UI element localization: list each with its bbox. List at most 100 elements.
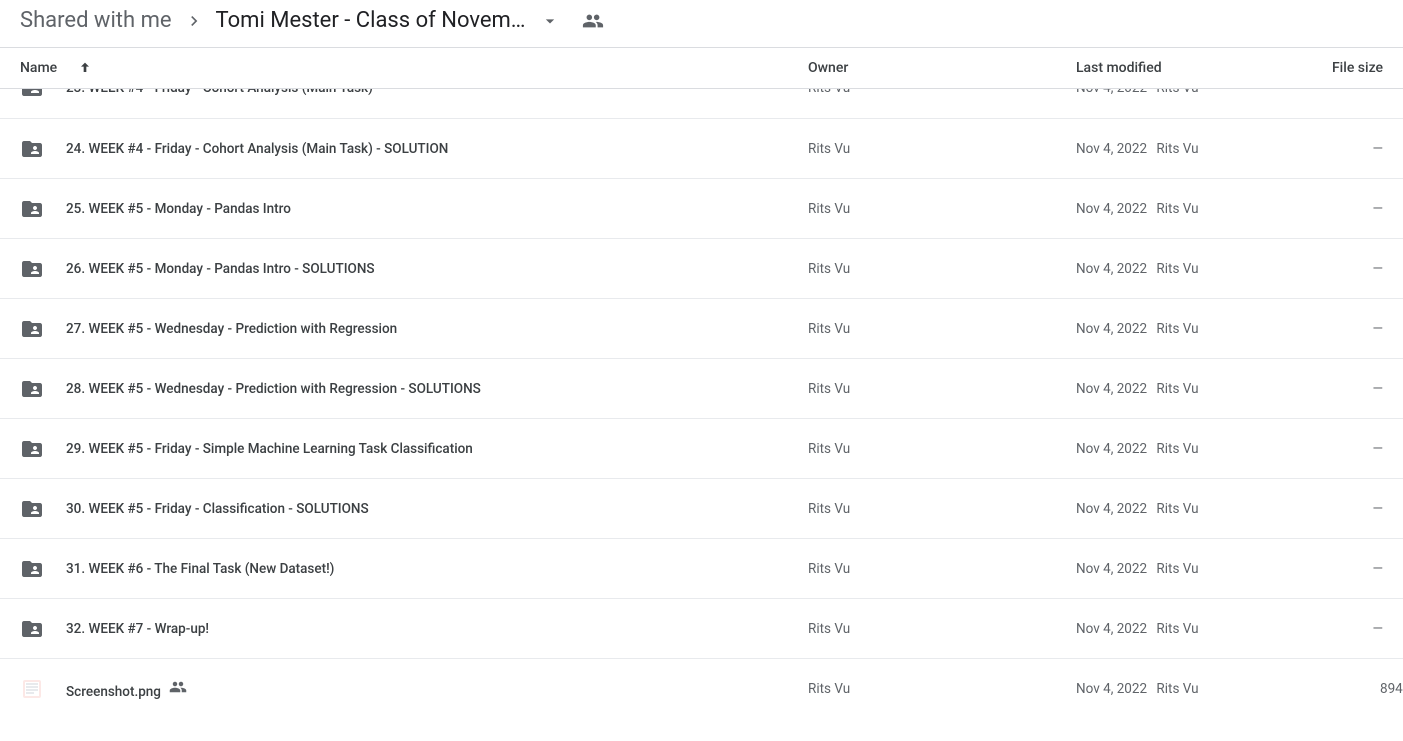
file-list: 23. WEEK #4 - Friday - Cohort Analysis (… xyxy=(0,89,1403,709)
file-row[interactable]: 23. WEEK #4 - Friday - Cohort Analysis (… xyxy=(0,89,1403,119)
caret-down-icon[interactable] xyxy=(540,11,560,31)
file-name-cell: 32. WEEK #7 - Wrap-up! xyxy=(20,617,808,641)
file-modified-date: Nov 4, 2022 xyxy=(1076,321,1147,337)
breadcrumb-current-label: Tomi Mester - Class of Novem… xyxy=(216,8,526,33)
sort-ascending-icon xyxy=(77,60,93,76)
file-modified: Nov 4, 2022 Rits Vu xyxy=(1076,201,1322,217)
file-row[interactable]: 27. WEEK #5 - Wednesday - Prediction wit… xyxy=(0,299,1403,359)
file-modified: Nov 4, 2022 Rits Vu xyxy=(1076,141,1322,157)
file-modified-date: Nov 4, 2022 xyxy=(1076,621,1147,637)
file-owner: Rits Vu xyxy=(808,561,1076,577)
file-owner: Rits Vu xyxy=(808,441,1076,457)
file-modified-by: Rits Vu xyxy=(1156,321,1198,337)
file-modified-date: Nov 4, 2022 xyxy=(1076,441,1147,457)
file-name-cell: 24. WEEK #4 - Friday - Cohort Analysis (… xyxy=(20,137,808,161)
file-modified: Nov 4, 2022 Rits Vu xyxy=(1076,441,1322,457)
file-name-cell: 31. WEEK #6 - The Final Task (New Datase… xyxy=(20,557,808,581)
file-owner: Rits Vu xyxy=(808,261,1076,277)
column-name-label: Name xyxy=(20,60,57,76)
folder-shared-icon xyxy=(20,197,44,221)
file-row[interactable]: 30. WEEK #5 - Friday - Classification - … xyxy=(0,479,1403,539)
file-size: — xyxy=(1322,89,1403,96)
file-row[interactable]: 28. WEEK #5 - Wednesday - Prediction wit… xyxy=(0,359,1403,419)
file-name-cell: 25. WEEK #5 - Monday - Pandas Intro xyxy=(20,197,808,221)
file-size: — xyxy=(1322,441,1383,457)
folder-shared-icon xyxy=(20,377,44,401)
file-size: — xyxy=(1322,201,1383,217)
file-size: — xyxy=(1322,621,1383,637)
file-modified-by: Rits Vu xyxy=(1156,141,1198,157)
file-modified: Nov 4, 2022 Rits Vu xyxy=(1076,561,1322,577)
file-row[interactable]: 25. WEEK #5 - Monday - Pandas Intro Rits… xyxy=(0,179,1403,239)
file-size: — xyxy=(1322,261,1383,277)
folder-shared-icon xyxy=(20,437,44,461)
file-modified-by: Rits Vu xyxy=(1156,501,1198,517)
file-modified: Nov 4, 2022 Rits Vu xyxy=(1076,621,1322,637)
file-modified-date: Nov 4, 2022 xyxy=(1076,141,1147,157)
file-name-cell: 26. WEEK #5 - Monday - Pandas Intro - SO… xyxy=(20,257,808,281)
folder-shared-icon xyxy=(20,617,44,641)
file-owner: Rits Vu xyxy=(808,381,1076,397)
file-owner: Rits Vu xyxy=(808,321,1076,337)
file-row[interactable]: Screenshot.png Rits Vu Nov 4, 2022 Rits … xyxy=(0,659,1403,709)
file-row[interactable]: 26. WEEK #5 - Monday - Pandas Intro - SO… xyxy=(0,239,1403,299)
column-header-modified[interactable]: Last modified xyxy=(1076,60,1322,76)
folder-shared-icon xyxy=(20,317,44,341)
file-name-cell: 23. WEEK #4 - Friday - Cohort Analysis (… xyxy=(20,89,808,100)
column-headers: Name Owner Last modified File size xyxy=(0,48,1403,89)
file-owner: Rits Vu xyxy=(808,89,1076,96)
file-owner: Rits Vu xyxy=(808,141,1076,157)
file-name-cell: Screenshot.png xyxy=(20,677,808,701)
file-name: 27. WEEK #5 - Wednesday - Prediction wit… xyxy=(66,321,397,337)
folder-shared-icon xyxy=(20,89,44,100)
file-modified-date: Nov 4, 2022 xyxy=(1076,501,1147,517)
file-size: — xyxy=(1322,501,1383,517)
folder-shared-icon xyxy=(20,557,44,581)
folder-shared-icon xyxy=(20,137,44,161)
file-modified-date: Nov 4, 2022 xyxy=(1076,381,1147,397)
file-owner: Rits Vu xyxy=(808,621,1076,637)
file-modified: Nov 4, 2022 Rits Vu xyxy=(1076,681,1322,697)
file-modified-date: Nov 4, 2022 xyxy=(1076,561,1147,577)
file-modified: Nov 4, 2022 Rits Vu xyxy=(1076,381,1322,397)
people-icon[interactable] xyxy=(582,10,604,32)
file-name: 23. WEEK #4 - Friday - Cohort Analysis (… xyxy=(66,89,373,96)
file-size: — xyxy=(1322,141,1383,157)
file-name: 28. WEEK #5 - Wednesday - Prediction wit… xyxy=(66,381,481,397)
file-modified: Nov 4, 2022 Rits Vu xyxy=(1076,261,1322,277)
file-modified-by: Rits Vu xyxy=(1156,621,1198,637)
breadcrumb-current-folder[interactable]: Tomi Mester - Class of Novem… xyxy=(216,8,560,33)
file-row[interactable]: 31. WEEK #6 - The Final Task (New Datase… xyxy=(0,539,1403,599)
file-name-cell: 28. WEEK #5 - Wednesday - Prediction wit… xyxy=(20,377,808,401)
file-modified-by: Rits Vu xyxy=(1156,201,1198,217)
file-modified-by: Rits Vu xyxy=(1156,89,1198,96)
file-modified-date: Nov 4, 2022 xyxy=(1076,201,1147,217)
file-row[interactable]: 29. WEEK #5 - Friday - Simple Machine Le… xyxy=(0,419,1403,479)
file-modified-by: Rits Vu xyxy=(1156,381,1198,397)
file-name: 26. WEEK #5 - Monday - Pandas Intro - SO… xyxy=(66,261,375,277)
folder-shared-icon xyxy=(20,257,44,281)
file-row[interactable]: 24. WEEK #4 - Friday - Cohort Analysis (… xyxy=(0,119,1403,179)
breadcrumb: Shared with me Tomi Mester - Class of No… xyxy=(0,0,1403,47)
file-modified-by: Rits Vu xyxy=(1156,261,1198,277)
breadcrumb-root[interactable]: Shared with me xyxy=(20,8,172,33)
file-modified-date: Nov 4, 2022 xyxy=(1076,89,1147,96)
file-modified-date: Nov 4, 2022 xyxy=(1076,261,1147,277)
column-header-size[interactable]: File size xyxy=(1322,60,1383,76)
chevron-right-icon xyxy=(184,11,204,31)
file-name: Screenshot.png xyxy=(66,678,187,700)
column-header-owner[interactable]: Owner xyxy=(808,60,1076,76)
file-modified-date: Nov 4, 2022 xyxy=(1076,681,1147,697)
shared-icon xyxy=(169,678,187,696)
folder-shared-icon xyxy=(20,497,44,521)
file-owner: Rits Vu xyxy=(808,501,1076,517)
file-size: — xyxy=(1322,381,1383,397)
file-modified: Nov 4, 2022 Rits Vu xyxy=(1076,501,1322,517)
file-name: 32. WEEK #7 - Wrap-up! xyxy=(66,621,209,637)
column-header-name[interactable]: Name xyxy=(20,60,808,76)
file-name-cell: 30. WEEK #5 - Friday - Classification - … xyxy=(20,497,808,521)
file-row[interactable]: 32. WEEK #7 - Wrap-up! Rits Vu Nov 4, 20… xyxy=(0,599,1403,659)
file-modified-by: Rits Vu xyxy=(1156,561,1198,577)
file-size: 894 KB xyxy=(1322,681,1403,697)
file-name: 29. WEEK #5 - Friday - Simple Machine Le… xyxy=(66,441,473,457)
